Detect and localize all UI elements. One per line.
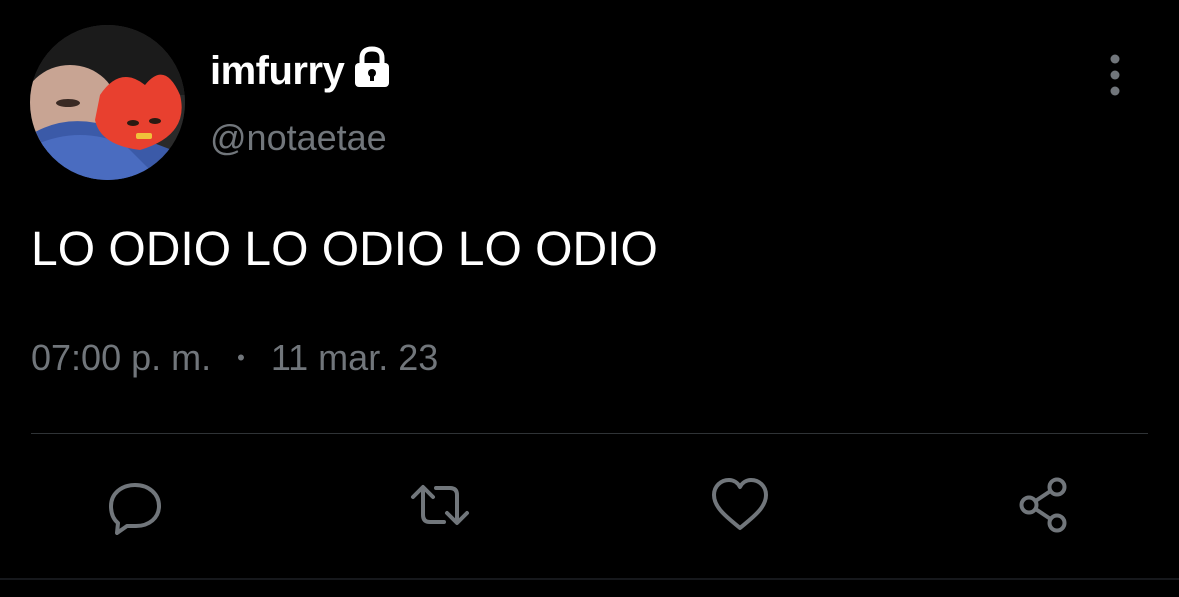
bottom-divider: [0, 578, 1179, 580]
retweet-icon: [411, 485, 469, 525]
retweet-button[interactable]: [405, 470, 475, 540]
lock-icon: [352, 46, 392, 90]
reply-button[interactable]: [100, 470, 170, 540]
user-handle[interactable]: @notaetae: [210, 116, 387, 160]
tweet-time[interactable]: 07:00 p. m.: [31, 335, 211, 381]
share-button[interactable]: [1008, 470, 1078, 540]
more-options-button[interactable]: [1095, 52, 1135, 98]
more-options-icon: [1110, 54, 1120, 96]
share-icon: [1019, 477, 1067, 533]
like-icon: [712, 478, 768, 530]
action-bar: [0, 470, 1179, 550]
tweet-metadata: 07:00 p. m. • 11 mar. 23: [31, 335, 438, 381]
like-button[interactable]: [705, 470, 775, 540]
display-name[interactable]: imfurry: [210, 46, 345, 96]
tweet-text: LO ODIO LO ODIO LO ODIO: [31, 223, 658, 276]
tweet-date[interactable]: 11 mar. 23: [271, 335, 438, 381]
avatar[interactable]: [30, 25, 185, 180]
profile-photo: [30, 25, 185, 180]
reply-icon: [109, 483, 161, 535]
display-name-row: imfurry: [210, 46, 392, 96]
meta-separator: •: [237, 345, 245, 370]
tweet-card: imfurry @notaetae LO ODIO LO ODIO LO ODI…: [0, 0, 1179, 597]
divider: [31, 433, 1148, 434]
